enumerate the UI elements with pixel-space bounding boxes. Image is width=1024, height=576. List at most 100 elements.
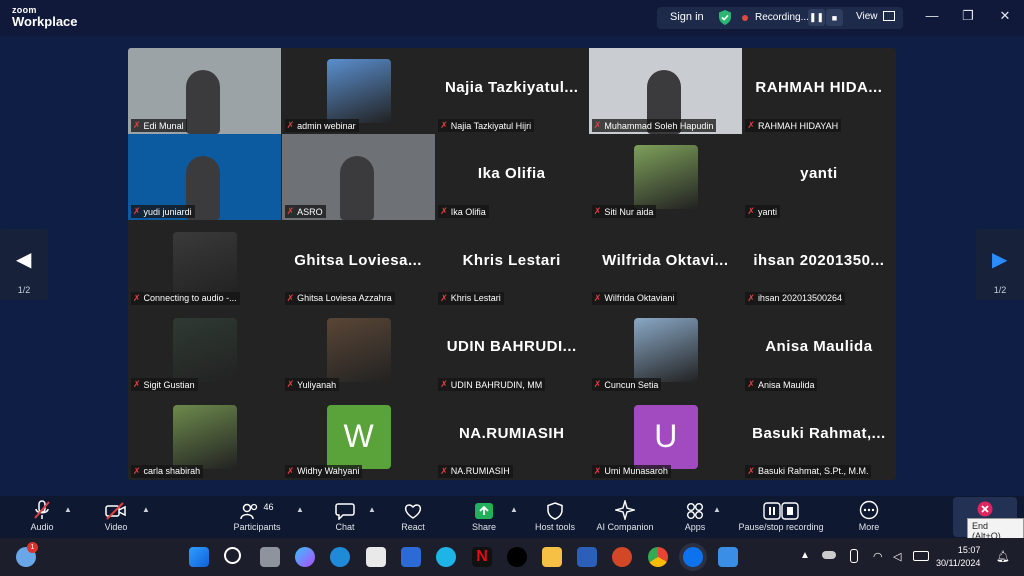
edge-icon[interactable] [330,547,350,567]
profile-photo [633,145,698,210]
participants-label: Participants [233,522,281,532]
pause-stop-recording-label: Pause/stop recording [738,522,824,532]
participant-tile[interactable]: ✗ Edi Munal [128,48,281,134]
prev-page-button[interactable]: ◀ 1/2 [0,229,48,300]
participant-name: yudi juniardi [143,206,192,217]
participant-tile[interactable]: NA.RUMIASIH ✗ NA.RUMIASIH [435,393,589,480]
mic-muted-icon: ✗ [593,465,602,476]
participant-tile[interactable]: ihsan 20201350... ✗ ihsan 202013500264 [742,220,896,307]
netflix-icon[interactable]: N [472,547,492,567]
participant-tile[interactable]: ✗ Siti Nur aida [588,134,742,221]
participant-tile[interactable]: U ✗ Umi Munasaroh [588,393,742,480]
participant-tile[interactable]: ✗ ASRO [281,134,435,221]
zoom-taskbar-icon[interactable] [683,547,703,567]
chat-button[interactable]: Chat [332,496,358,538]
participant-tile[interactable]: UDIN BAHRUDI... ✗ UDIN BAHRUDIN, MM [435,307,589,394]
apps-button[interactable]: Apps [682,496,708,538]
pause-recording-button[interactable]: ❚❚ [808,9,825,26]
participant-tile[interactable]: ✗ Muhammad Soleh Hapudin [588,48,742,134]
next-page-button[interactable]: ▶ 1/2 [976,229,1024,300]
cloud-icon[interactable] [822,551,836,559]
chevron-right-icon: ▶ [992,249,1008,271]
participants-button[interactable]: 46 Participants [228,496,286,538]
participant-tile[interactable]: Anisa Maulida ✗ Anisa Maulida [742,307,896,394]
apps-label: Apps [684,522,706,532]
participant-name-label: ✗ carla shabirah [131,464,204,478]
participant-name: ASRO [297,206,323,217]
participant-tile[interactable]: Basuki Rahmat,... ✗ Basuki Rahmat, S.Pt., … [742,393,896,480]
mail-icon[interactable] [401,547,421,567]
chat-options-caret[interactable]: ▲ [368,505,376,514]
recording-controls-icon [763,502,799,520]
sign-in-link[interactable]: Sign in [670,11,704,23]
participants-options-caret[interactable]: ▲ [296,505,304,514]
participant-tile[interactable]: ✗ Cuncun Setia [588,307,742,394]
wifi-icon[interactable]: ◠ [873,550,883,563]
profile-photo [173,404,237,469]
share-options-caret[interactable]: ▲ [510,505,518,514]
tiktok-icon[interactable] [507,547,527,567]
participant-tile[interactable]: Khris Lestari ✗ Khris Lestari [435,220,589,307]
start-windows-icon[interactable] [189,547,209,567]
participant-name: admin webinar [297,120,356,131]
participant-name: Anisa Maulida [757,379,815,390]
participant-tile[interactable]: Wilfrida Oktavi... ✗ Wilfrida Oktaviani [588,220,742,307]
restore-button[interactable]: ❐ [958,8,978,26]
share-button[interactable]: Share [469,496,499,538]
participant-tile[interactable]: yanti ✗ yanti [742,134,896,221]
more-icon [859,500,879,520]
participant-tile[interactable]: W ✗ Widhy Wahyani [281,393,435,480]
copilot-icon[interactable] [295,547,315,567]
taskbar-clock[interactable]: 15:07 30/11/2024 [936,544,980,570]
search-icon[interactable] [224,547,241,564]
shield-check-icon[interactable] [718,10,732,25]
apps-options-caret[interactable]: ▲ [713,505,721,514]
pause-stop-recording-button[interactable]: Pause/stop recording [732,496,830,538]
mic-muted-icon: ✗ [593,292,602,303]
participant-tile[interactable]: Ghitsa Loviesa... ✗ Ghitsa Loviesa Azzahra [281,220,435,307]
host-tools-button[interactable]: Host tools [530,496,580,538]
ai-companion-button[interactable]: AI Companion [592,496,658,538]
profile-photo [633,318,698,383]
store-icon[interactable] [366,547,386,567]
participant-tile[interactable]: ✗ Connecting to audio -... [128,220,281,307]
react-button[interactable]: React [398,496,428,538]
participant-tile[interactable]: Ika Olifia ✗ Ika Olifia [435,134,589,221]
photos-icon[interactable] [718,547,738,567]
word-icon[interactable] [577,547,597,567]
close-window-button[interactable]: ✕ [995,8,1015,26]
volume-icon[interactable]: ◁ [893,550,901,563]
task-view-icon[interactable] [260,547,280,567]
participant-tile[interactable]: RAHMAH HIDA... ✗ RAHMAH HIDAYAH [742,48,896,134]
audio-button[interactable]: Audio [26,496,58,538]
participant-name-label: ✗ Najia Tazkiyatul Hijri [438,119,535,132]
powerpoint-icon[interactable] [612,547,632,567]
mic-muted-icon: ✗ [133,120,141,130]
participant-tile[interactable]: ✗ Yuliyanah [281,307,435,394]
battery-icon[interactable] [913,551,929,561]
minimize-button[interactable]: — [922,8,942,26]
notification-bell-icon[interactable]: 🔔︎ [996,550,1010,563]
view-menu-button[interactable]: View [856,11,896,22]
file-explorer-icon[interactable] [542,547,562,567]
chrome-icon[interactable] [648,547,668,567]
profile-photo [173,318,237,383]
more-button[interactable]: More [856,496,882,538]
audio-options-caret[interactable]: ▲ [64,505,72,514]
stop-recording-button[interactable]: ■ [826,9,843,26]
participant-name-label: ✗ Basuki Rahmat, S.Pt., M.M. [745,464,872,478]
chevron-up-icon[interactable]: ▲ [800,550,810,561]
participant-tile[interactable]: ✗ admin webinar [281,48,435,134]
view-grid-icon [883,11,896,22]
participant-name: UDIN BAHRUDIN, MM [450,379,543,390]
participant-tile[interactable]: Najia Tazkiyatul... ✗ Najia Tazkiyatul Hij… [435,48,589,134]
video-options-caret[interactable]: ▲ [142,505,150,514]
microphone-icon[interactable] [850,549,858,563]
participant-tile[interactable]: ✗ carla shabirah [128,393,281,480]
app-icon[interactable] [436,547,456,567]
participant-tile[interactable]: ✗ Sigit Gustian [128,307,281,394]
view-label: View [856,11,878,22]
video-button[interactable]: Video [100,496,132,538]
participant-tile[interactable]: ✗ yudi juniardi [128,134,281,221]
mic-muted-icon: ✗ [133,379,141,390]
